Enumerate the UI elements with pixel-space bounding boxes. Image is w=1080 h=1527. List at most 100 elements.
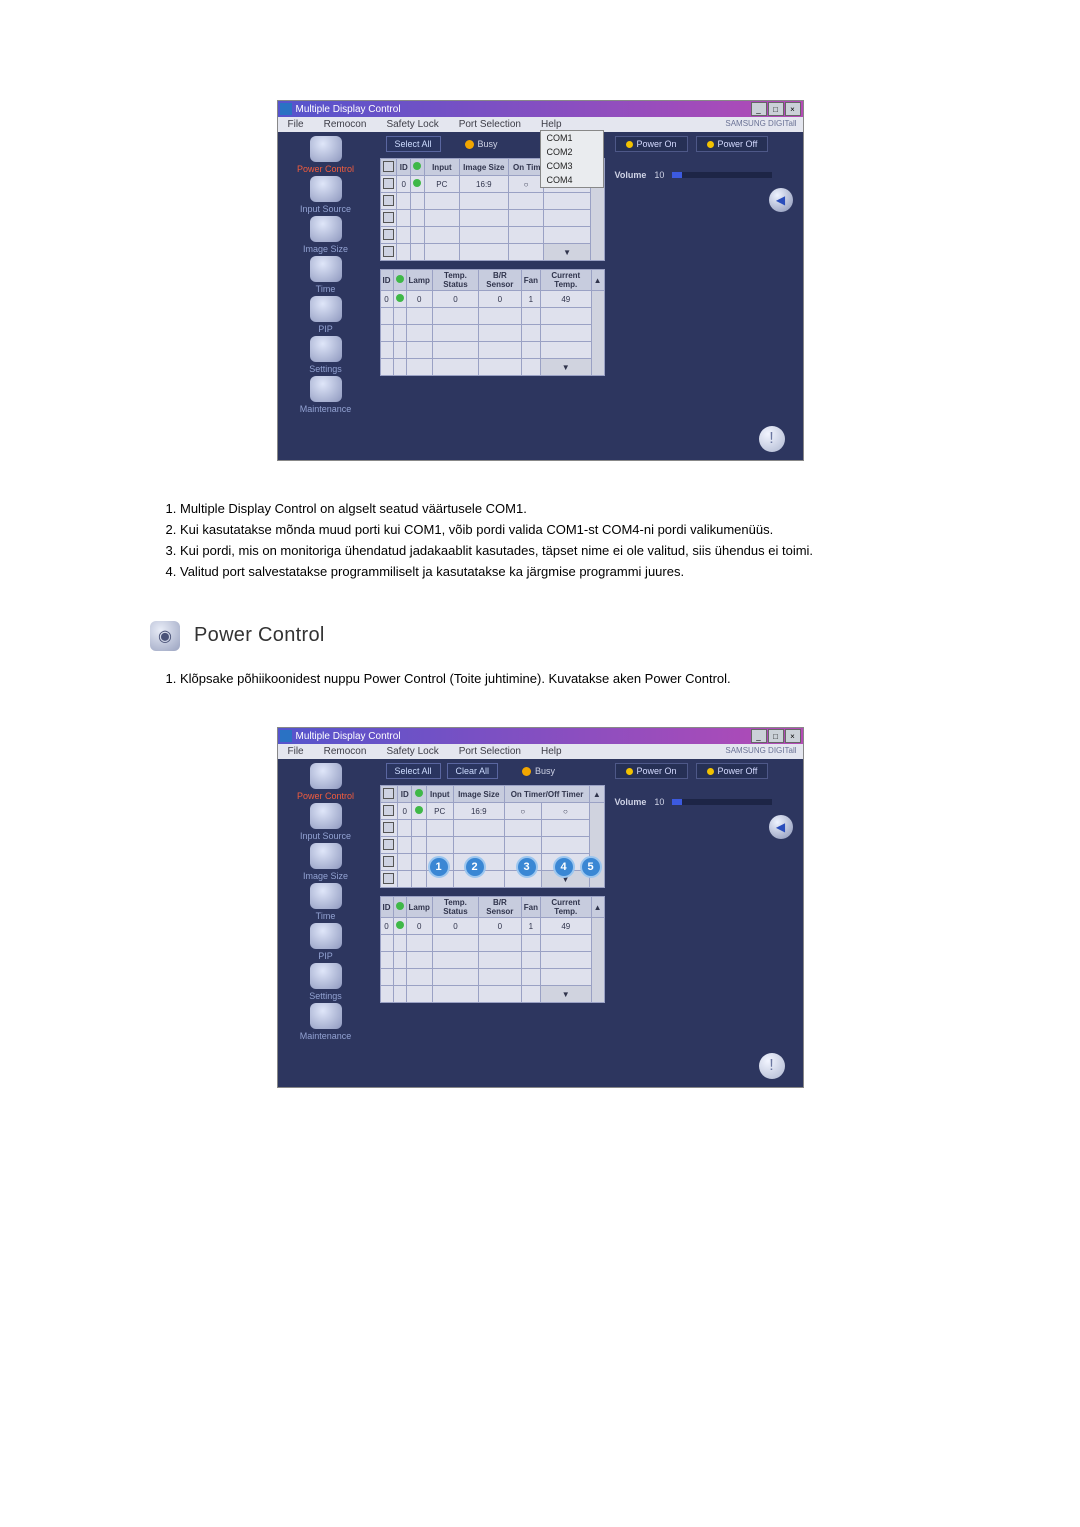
titlebar[interactable]: Multiple Display Control _ □ ×	[278, 728, 803, 744]
sidebar-item-pip[interactable]: PIP	[280, 923, 372, 961]
status-led-icon	[413, 179, 421, 187]
section-header: ◉ Power Control	[150, 621, 1010, 651]
notes-list-2: Klõpsake põhiikoonidest nuppu Power Cont…	[160, 671, 1010, 688]
sidebar: Power Control Input Source Image Size Ti…	[278, 132, 374, 418]
window-title: Multiple Display Control	[296, 731, 751, 742]
scroll-up-icon[interactable]: ▲	[590, 786, 604, 803]
menu-remocon[interactable]: Remocon	[314, 744, 377, 759]
note-item: Valitud port salvestatakse programmilise…	[180, 564, 1010, 581]
sidebar-item-input-source[interactable]: Input Source	[280, 176, 372, 214]
callout-1: 1	[428, 856, 450, 878]
minimize-icon[interactable]: _	[751, 102, 767, 116]
maintenance-icon	[310, 376, 342, 402]
select-all-button[interactable]: Select All	[386, 136, 441, 152]
note-item: Kui kasutatakse mõnda muud porti kui COM…	[180, 522, 1010, 539]
dropdown-item-com4[interactable]: COM4	[541, 173, 603, 187]
col-input: Input	[424, 159, 459, 176]
volume-slider[interactable]	[672, 799, 772, 805]
note-item: Multiple Display Control on algselt seat…	[180, 501, 1010, 518]
col-check	[380, 159, 397, 176]
time-icon	[310, 256, 342, 282]
menubar: File Remocon Safety Lock Port Selection …	[278, 744, 803, 759]
power-control-section-icon: ◉	[150, 621, 180, 651]
volume-knob[interactable]: ◀	[769, 188, 793, 212]
volume-value: 10	[654, 797, 664, 807]
volume-slider[interactable]	[672, 172, 772, 178]
close-icon[interactable]: ×	[785, 729, 801, 743]
dropdown-item-com2[interactable]: COM2	[541, 145, 603, 159]
window-title: Multiple Display Control	[296, 104, 751, 115]
busy-led-icon	[465, 140, 474, 149]
menu-file[interactable]: File	[278, 744, 314, 759]
control-panel: Power On Power Off Volume 10 ◀	[611, 759, 797, 1045]
app-icon	[280, 730, 292, 742]
sidebar-item-settings[interactable]: Settings	[280, 963, 372, 1001]
volume-label: Volume	[615, 797, 647, 807]
sidebar-item-maintenance[interactable]: Maintenance	[280, 1003, 372, 1041]
maximize-icon[interactable]: □	[768, 729, 784, 743]
scrollbar[interactable]	[591, 291, 604, 376]
volume-value: 10	[654, 170, 664, 180]
select-all-button[interactable]: Select All	[386, 763, 441, 779]
callout-3: 3	[516, 856, 538, 878]
sidebar-item-power-control[interactable]: Power Control	[280, 763, 372, 801]
sidebar-item-input-source[interactable]: Input Source	[280, 803, 372, 841]
section-title: Power Control	[194, 624, 325, 647]
sidebar-item-settings[interactable]: Settings	[280, 336, 372, 374]
info-icon[interactable]: !	[759, 426, 785, 452]
info-icon[interactable]: !	[759, 1053, 785, 1079]
row-checkbox[interactable]	[383, 805, 394, 816]
menu-safety-lock[interactable]: Safety Lock	[376, 744, 448, 759]
dropdown-item-com1[interactable]: COM1	[541, 131, 603, 145]
bulb-icon	[707, 141, 714, 148]
col-id: ID	[397, 159, 411, 176]
power-on-button[interactable]: Power On	[615, 763, 688, 779]
sidebar: Power Control Input Source Image Size Ti…	[278, 759, 374, 1045]
branding: SAMSUNG DIGITall	[719, 744, 802, 759]
titlebar[interactable]: Multiple Display Control _ □ ×	[278, 101, 803, 117]
settings-icon	[310, 336, 342, 362]
power-on-button[interactable]: Power On	[615, 136, 688, 152]
sidebar-item-maintenance[interactable]: Maintenance	[280, 376, 372, 414]
menu-port-selection[interactable]: Port Selection	[449, 744, 531, 759]
sidebar-item-time[interactable]: Time	[280, 256, 372, 294]
image-size-icon	[310, 216, 342, 242]
sidebar-item-power-control[interactable]: Power Control	[280, 136, 372, 174]
callout-5: 5	[580, 856, 602, 878]
maximize-icon[interactable]: □	[768, 102, 784, 116]
volume-knob[interactable]: ◀	[769, 815, 793, 839]
volume-label: Volume	[615, 170, 647, 180]
sensor-table: ID Lamp Temp. Status B/R Sensor Fan Curr…	[380, 896, 605, 1003]
dropdown-item-com3[interactable]: COM3	[541, 159, 603, 173]
menu-remocon[interactable]: Remocon	[314, 117, 377, 132]
mdc-window-2: Multiple Display Control _ □ × File Remo…	[277, 727, 804, 1088]
row-checkbox[interactable]	[383, 178, 394, 189]
notes-list-1: Multiple Display Control on algselt seat…	[160, 501, 1010, 581]
menu-help[interactable]: Help	[531, 744, 572, 759]
menu-safety-lock[interactable]: Safety Lock	[376, 117, 448, 132]
port-dropdown[interactable]: COM1 COM2 COM3 COM4	[540, 130, 604, 188]
note-item: Klõpsake põhiikoonidest nuppu Power Cont…	[180, 671, 1010, 688]
callout-4: 4	[553, 856, 575, 878]
input-source-icon	[310, 176, 342, 202]
clear-all-button[interactable]: Clear All	[447, 763, 499, 779]
menu-port-selection[interactable]: Port Selection	[449, 117, 531, 132]
scroll-down-icon[interactable]: ▼	[540, 359, 591, 376]
sidebar-item-time[interactable]: Time	[280, 883, 372, 921]
menu-file[interactable]: File	[278, 117, 314, 132]
bulb-icon	[626, 141, 633, 148]
sidebar-item-pip[interactable]: PIP	[280, 296, 372, 334]
scrollbar[interactable]	[590, 176, 604, 261]
sidebar-item-image-size[interactable]: Image Size	[280, 843, 372, 881]
busy-label: Busy	[535, 766, 555, 776]
mdc-window-1: Multiple Display Control _ □ × File Remo…	[277, 100, 804, 461]
scroll-up-icon[interactable]: ▲	[591, 270, 604, 291]
power-off-button[interactable]: Power Off	[696, 763, 769, 779]
power-off-button[interactable]: Power Off	[696, 136, 769, 152]
sidebar-item-image-size[interactable]: Image Size	[280, 216, 372, 254]
sensor-table: ID Lamp Temp. Status B/R Sensor Fan Curr…	[380, 269, 605, 376]
close-icon[interactable]: ×	[785, 102, 801, 116]
scroll-down-icon[interactable]: ▼	[544, 244, 591, 261]
pip-icon	[310, 296, 342, 322]
minimize-icon[interactable]: _	[751, 729, 767, 743]
